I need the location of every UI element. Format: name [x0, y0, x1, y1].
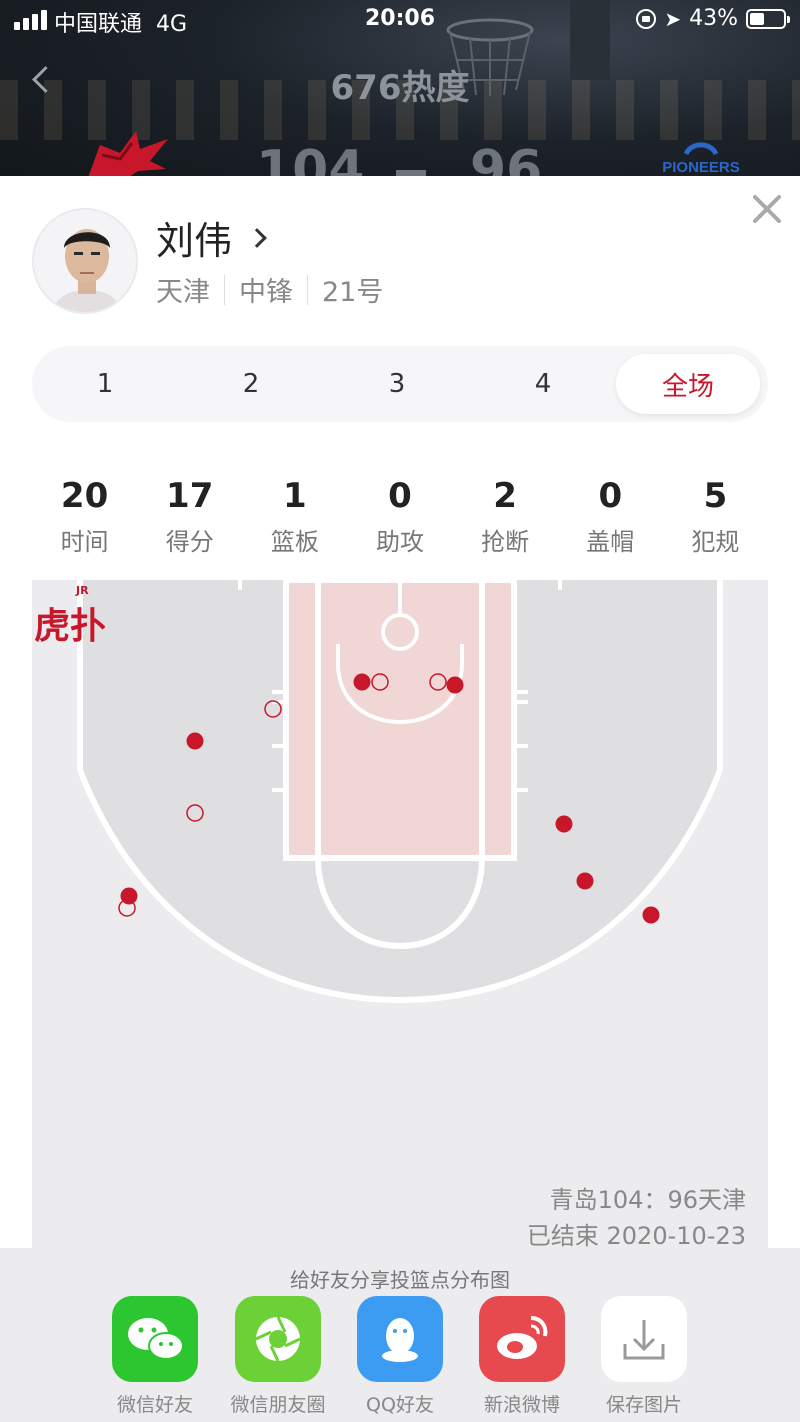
share-weibo-button[interactable]: 新浪微博 [467, 1296, 577, 1417]
player-name-link[interactable]: 刘伟 [156, 210, 267, 265]
wechat-icon [112, 1296, 198, 1382]
stat-rebounds: 1 篮板 [270, 476, 319, 556]
heat-count: 676热度 [330, 68, 470, 108]
share-qq-button[interactable]: QQ好友 [345, 1296, 455, 1417]
svg-text:虎扑: 虎扑 [34, 606, 106, 647]
save-image-button[interactable]: 保存图片 [589, 1296, 699, 1417]
game-result-score: 青岛104：96天津 [549, 1186, 746, 1214]
tab-period-4[interactable]: 4 [470, 354, 616, 414]
shot-made-marker [120, 887, 138, 905]
tab-period-2[interactable]: 2 [178, 354, 324, 414]
player-position: 中锋 [239, 277, 293, 308]
moments-icon [235, 1296, 321, 1382]
player-number: 21号 [322, 277, 384, 308]
stat-assists: 0 助攻 [375, 476, 424, 556]
shot-made-marker [576, 872, 594, 890]
svg-text:JR: JR [75, 584, 89, 597]
player-team: 天津 [156, 277, 210, 308]
stat-blocks: 0 盖帽 [586, 476, 635, 556]
share-title: 给好友分享投篮点分布图 [290, 1268, 510, 1292]
tab-period-1[interactable]: 1 [32, 354, 178, 414]
stat-minutes: 20 时间 [60, 476, 109, 556]
download-icon [601, 1296, 687, 1382]
tab-full-game[interactable]: 全场 [616, 354, 760, 414]
shot-made-marker [555, 815, 573, 833]
chevron-right-icon [247, 227, 267, 248]
battery-percent: 43% [689, 6, 738, 31]
shot-chart: 虎扑 JR 青岛104：96天津 已结束 2020-10-23 [32, 580, 768, 1250]
stat-points: 17 得分 [165, 476, 214, 556]
stat-steals: 2 抢断 [481, 476, 530, 556]
player-meta: 天津 中锋 21号 [156, 270, 383, 309]
status-right: ➤ 43% [636, 6, 790, 31]
share-wechat-button[interactable]: 微信好友 [100, 1296, 210, 1417]
half-court [77, 580, 723, 1004]
location-arrow-icon: ➤ [664, 6, 682, 31]
shot-made-marker [446, 676, 464, 694]
divider [224, 274, 225, 305]
avatar [32, 208, 138, 314]
player-shot-panel: 刘伟 天津 中锋 21号 1 2 3 4 全场 20 时间 17 得分 1 篮板… [0, 176, 800, 1250]
battery-icon [746, 8, 790, 29]
close-icon[interactable] [748, 190, 786, 228]
divider [307, 274, 308, 305]
hupu-logo: 虎扑 JR [34, 584, 106, 647]
shot-made-marker [353, 673, 371, 691]
stats-row: 20 时间 17 得分 1 篮板 0 助攻 2 抢断 0 盖帽 5 犯规 [32, 476, 768, 557]
svg-text:PIONEERS: PIONEERS [662, 159, 740, 176]
period-tabs: 1 2 3 4 全场 [32, 346, 768, 422]
tab-period-3[interactable]: 3 [324, 354, 470, 414]
shot-made-marker [186, 732, 204, 750]
rotation-lock-icon [636, 8, 657, 29]
game-header: 中国联通 4G 20:06 ➤ 43% 676热度 104 96 PIONEER… [0, 0, 800, 200]
share-moments-button[interactable]: 微信朋友圈 [223, 1296, 333, 1417]
shot-made-marker [642, 906, 660, 924]
status-bar: 中国联通 4G 20:06 ➤ 43% [0, 0, 800, 40]
share-sheet: 给好友分享投篮点分布图 微信好友 微信朋友圈 QQ好友 新浪微博 保存图片 [0, 1248, 800, 1422]
player-name: 刘伟 [156, 219, 233, 263]
game-result-status: 已结束 2020-10-23 [526, 1222, 746, 1250]
stat-fouls: 5 犯规 [691, 476, 740, 556]
weibo-icon [479, 1296, 565, 1382]
qq-icon [357, 1296, 443, 1382]
away-team-logo: PIONEERS [662, 142, 740, 176]
